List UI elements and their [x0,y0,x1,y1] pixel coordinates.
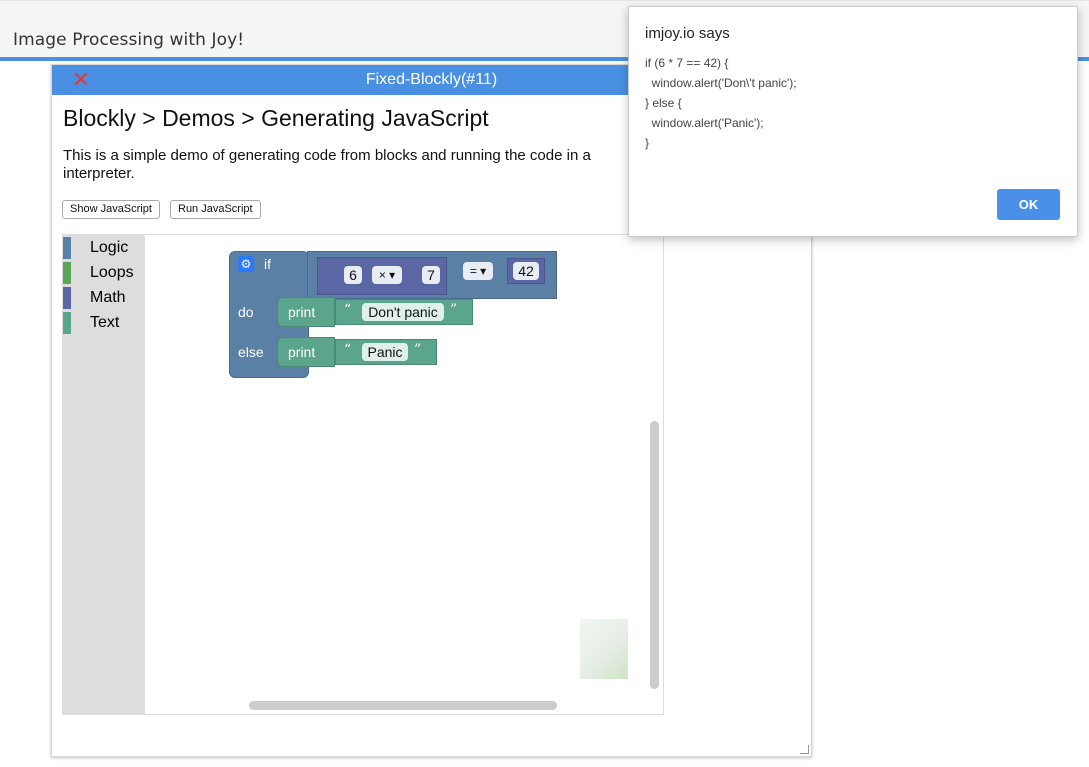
open-quote-icon: “ [344,342,352,358]
else-text-field[interactable]: Panic [362,343,408,361]
category-swatch [63,237,71,259]
text-block-else[interactable]: “ Panic ” [335,339,437,365]
open-quote-icon: “ [344,302,352,318]
gear-icon[interactable]: ⚙ [238,256,254,272]
category-label: Math [90,289,126,306]
alert-message: if (6 * 7 == 42) { window.alert('Don\'t … [645,56,797,150]
category-label: Logic [90,239,129,256]
do-text-field[interactable]: Don't panic [362,303,444,321]
else-keyword: else [238,344,264,360]
right-operand-field[interactable]: 7 [422,266,440,284]
category-swatch [63,312,71,334]
page-description: This is a simple demo of generating code… [63,147,591,182]
vertical-scrollbar[interactable] [650,421,659,689]
left-operand-field[interactable]: 6 [344,266,362,284]
blockly-toolbox: Logic Loops Math Text [63,235,145,714]
toolbox-category-loops[interactable]: Loops [63,262,145,284]
category-swatch [63,262,71,284]
toolbox-category-logic[interactable]: Logic [63,237,145,259]
close-quote-icon: ” [414,342,422,358]
blockly-workspace[interactable]: Logic Loops Math Text ⚙ if do else 6 × ▾… [62,234,664,715]
resize-handle-icon[interactable] [800,745,809,754]
compare-operator-dropdown[interactable]: = ▾ [463,262,493,280]
number-block[interactable]: 42 [507,258,545,284]
app-title: Image Processing with Joy! [13,30,245,50]
close-quote-icon: ” [450,302,458,318]
horizontal-scrollbar[interactable] [249,701,557,710]
category-label: Loops [90,264,134,281]
if-keyword: if [264,256,271,272]
print-keyword: print [288,344,316,360]
trash-icon[interactable] [580,619,628,679]
run-javascript-button[interactable]: Run JavaScript [170,200,261,219]
category-label: Text [90,314,120,331]
page-title: Blockly > Demos > Generating JavaScript [63,105,489,131]
show-javascript-button[interactable]: Show JavaScript [62,200,160,219]
alert-title: imjoy.io says [645,25,730,42]
do-keyword: do [238,304,254,320]
multiply-block[interactable]: 6 × ▾ 7 [317,257,447,295]
toolbox-category-text[interactable]: Text [63,312,145,334]
category-swatch [63,287,71,309]
operator-dropdown[interactable]: × ▾ [372,266,402,284]
text-block-do[interactable]: “ Don't panic ” [335,299,473,325]
alert-dialog: imjoy.io says if (6 * 7 == 42) { window.… [628,6,1078,237]
print-block-do[interactable]: print [277,297,335,327]
compare-value-field[interactable]: 42 [513,262,539,280]
ok-button[interactable]: OK [997,189,1060,220]
print-block-else[interactable]: print [277,337,335,367]
toolbox-category-math[interactable]: Math [63,287,145,309]
print-keyword: print [288,304,316,320]
